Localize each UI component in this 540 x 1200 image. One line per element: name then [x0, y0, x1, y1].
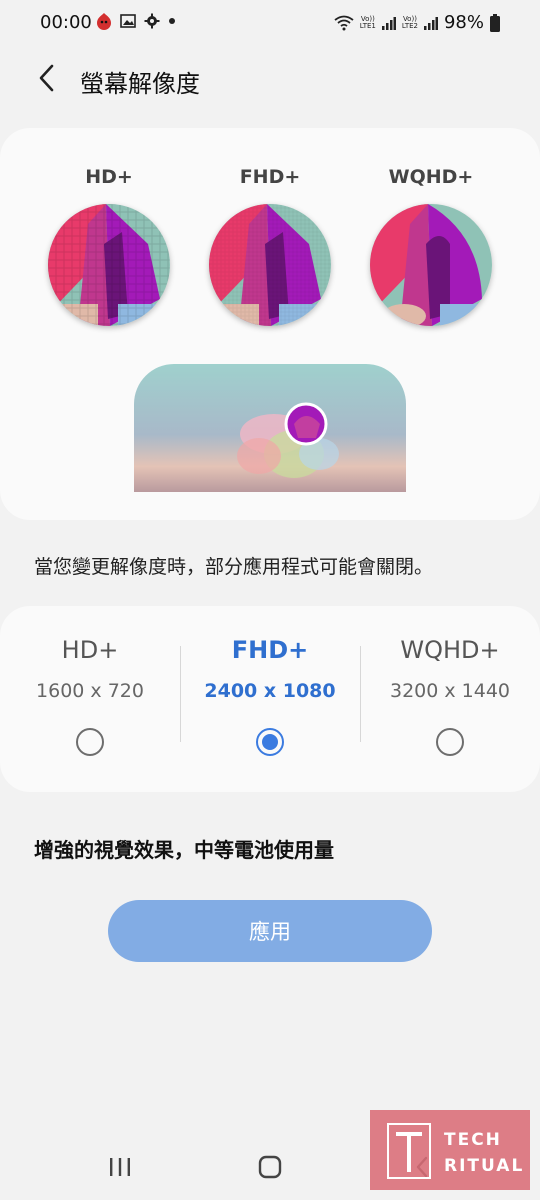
app-header: 螢幕解像度	[0, 56, 540, 102]
preview-zoom-image	[370, 204, 492, 326]
wifi-calling-icon	[334, 15, 354, 30]
status-right: Vo)) LTE1 Vo)) LTE2 98%	[334, 12, 500, 33]
sim2-label: Vo)) LTE2	[401, 14, 418, 30]
preview-label: FHD+	[239, 166, 301, 188]
sim1-label: Vo)) LTE1	[359, 14, 376, 30]
option-fhd[interactable]: FHD+ 2400 x 1080	[180, 636, 360, 756]
resolution-preview-card: HD+ FHD+ WQHD+	[0, 128, 540, 520]
back-button[interactable]	[28, 60, 64, 96]
preview-wqhd: WQHD+	[366, 166, 496, 326]
option-name: FHD+	[231, 636, 309, 664]
chevron-left-icon	[39, 64, 54, 92]
preview-label: HD+	[85, 166, 133, 188]
settings-gear-icon	[144, 13, 160, 29]
recent-apps-button[interactable]	[100, 1152, 140, 1182]
gallery-icon	[120, 14, 136, 28]
option-name: WQHD+	[400, 636, 500, 664]
preview-zoom-image	[209, 204, 331, 326]
preview-hd: HD+	[44, 166, 174, 326]
signal-sim1-icon	[381, 16, 396, 30]
option-resolution: 3200 x 1440	[389, 680, 511, 702]
option-description: 增強的視覺效果，中等電池使用量	[34, 838, 334, 862]
option-wqhd[interactable]: WQHD+ 3200 x 1440	[360, 636, 540, 756]
option-resolution: 2400 x 1080	[204, 680, 336, 702]
option-hd[interactable]: HD+ 1600 x 720	[0, 636, 180, 756]
wallpaper-preview-image	[134, 364, 406, 492]
watermark-line2: RITUAL	[444, 1156, 525, 1176]
watermark-line1: TECH	[444, 1130, 502, 1150]
radio-selected-dot	[262, 734, 278, 750]
battery-icon	[490, 13, 500, 32]
signal-sim2-icon	[423, 16, 438, 30]
tech-ritual-logo-icon	[387, 1123, 431, 1179]
change-warning-text: 當您變更解像度時，部分應用程式可能會關閉。	[34, 556, 434, 578]
preview-fhd: FHD+	[205, 166, 335, 326]
option-name: HD+	[61, 636, 119, 664]
resolution-options-card: HD+ 1600 x 720 FHD+ 2400 x 1080 WQHD+ 32…	[0, 606, 540, 792]
status-bar: 00:00 Vo)) LTE1 Vo)) LTE2 98%	[0, 0, 540, 44]
apply-button[interactable]: 應用	[108, 900, 432, 962]
notification-icons	[96, 12, 176, 30]
preview-zoom-image	[48, 204, 170, 326]
option-resolution: 1600 x 720	[36, 680, 144, 702]
page-title: 螢幕解像度	[80, 70, 200, 98]
radio-fhd-selected[interactable]	[256, 728, 284, 756]
app-notification-icon	[97, 13, 111, 30]
home-button[interactable]	[250, 1152, 290, 1182]
home-icon	[258, 1155, 282, 1179]
preview-label: WQHD+	[388, 166, 474, 188]
watermark-logo: TECH RITUAL	[370, 1110, 530, 1190]
battery-percent: 98%	[443, 12, 484, 33]
more-notifications-dot-icon	[169, 18, 175, 24]
radio-wqhd[interactable]	[436, 728, 464, 756]
radio-hd[interactable]	[76, 728, 104, 756]
status-time: 00:00	[40, 12, 92, 33]
recent-apps-icon	[110, 1158, 130, 1176]
